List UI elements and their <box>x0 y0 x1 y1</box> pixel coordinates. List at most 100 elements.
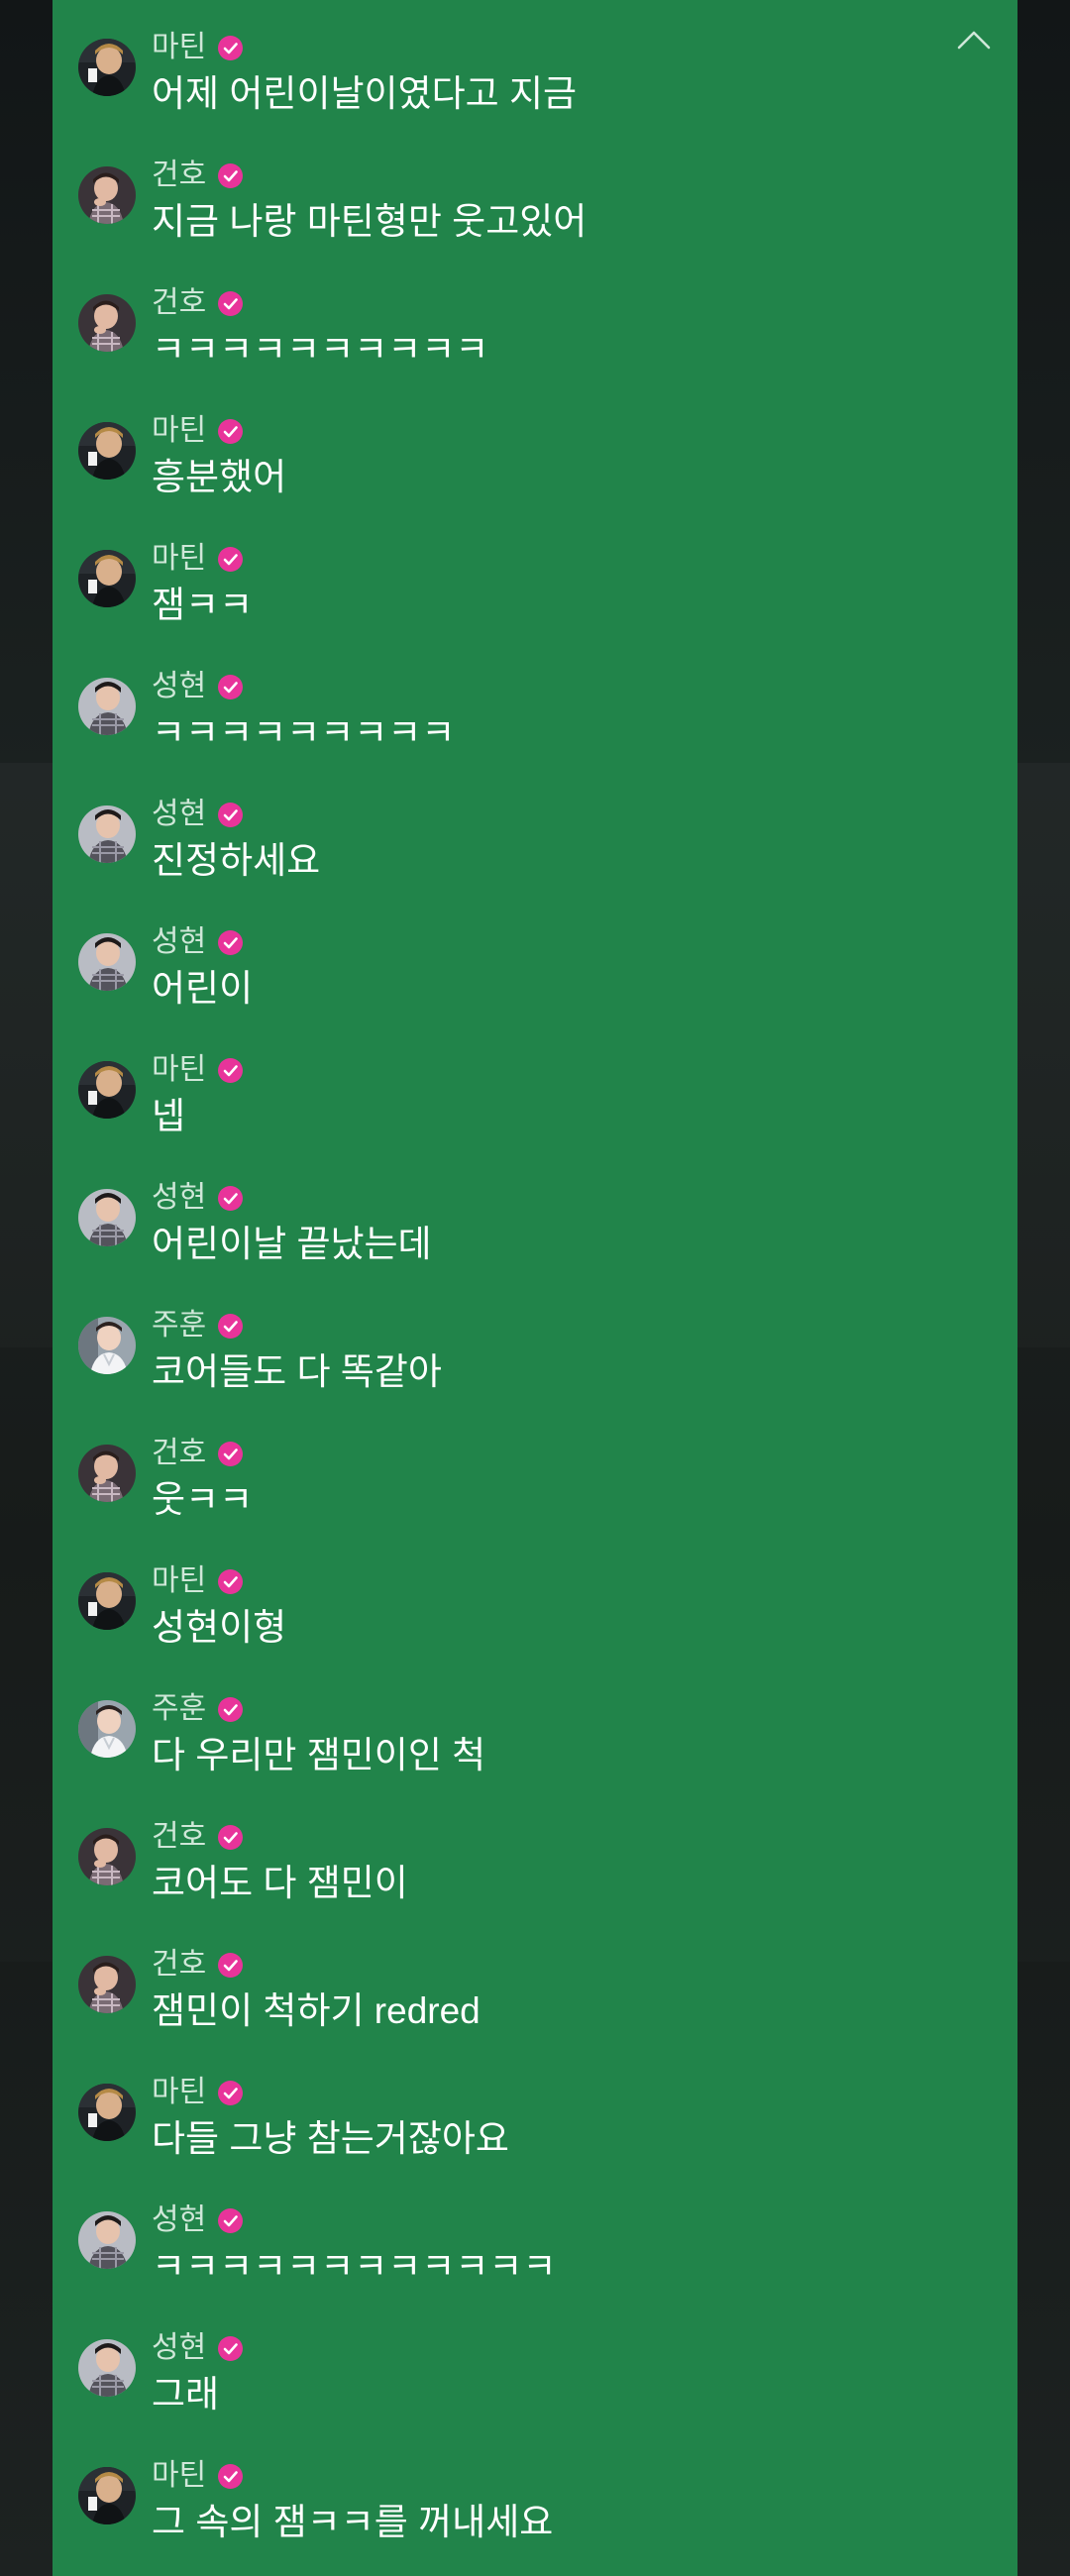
chat-message[interactable]: 성현 그래 <box>53 2330 1017 2460</box>
verified-badge-icon <box>218 1568 244 1594</box>
chat-message[interactable]: 건호 지금 나랑 마틴형만 웃고있어 <box>53 158 1017 287</box>
avatar-martin[interactable] <box>78 2084 136 2141</box>
chat-message[interactable]: 주훈 다 우리만 잼민이인 척 <box>53 1691 1017 1821</box>
verified-badge-icon <box>218 674 244 699</box>
author-row: 주훈 <box>152 1308 244 1343</box>
avatar-sunghyun[interactable] <box>78 678 136 735</box>
author-row: 마틴 <box>152 1563 244 1599</box>
avatar-martin[interactable] <box>78 422 136 480</box>
chat-message[interactable]: 마틴 그 속의 잼ㅋㅋ를 꺼내세요 <box>53 2458 1017 2576</box>
message-text: 그래 <box>152 2374 220 2415</box>
avatar-gunho[interactable] <box>78 166 136 224</box>
verified-badge-icon <box>218 2207 244 2233</box>
author-name[interactable]: 마틴 <box>152 541 206 577</box>
message-text: 그 속의 잼ㅋㅋ를 꺼내세요 <box>152 2502 554 2542</box>
author-name[interactable]: 마틴 <box>152 30 206 65</box>
avatar-martin[interactable] <box>78 1572 136 1630</box>
author-name[interactable]: 건호 <box>152 285 206 321</box>
avatar-juhoon[interactable] <box>78 1317 136 1374</box>
verified-badge-icon <box>218 1185 244 1211</box>
author-name[interactable]: 건호 <box>152 1947 206 1983</box>
author-name[interactable]: 마틴 <box>152 1052 206 1088</box>
author-row: 성현 <box>152 924 244 960</box>
avatar-sunghyun[interactable] <box>78 2339 136 2397</box>
avatar-gunho[interactable] <box>78 1445 136 1502</box>
author-name[interactable]: 성현 <box>152 2202 206 2238</box>
author-name[interactable]: 마틴 <box>152 2458 206 2494</box>
message-text: 어린이날 끝났는데 <box>152 1224 432 1264</box>
verified-badge-icon <box>218 929 244 955</box>
author-name[interactable]: 마틴 <box>152 413 206 449</box>
chat-message[interactable]: 마틴 잼ㅋㅋ <box>53 541 1017 671</box>
avatar-martin[interactable] <box>78 39 136 96</box>
author-name[interactable]: 건호 <box>152 158 206 193</box>
chat-message[interactable]: 건호 잼민이 척하기 redred <box>53 1947 1017 2077</box>
message-text: 지금 나랑 마틴형만 웃고있어 <box>152 201 588 242</box>
chat-panel[interactable]: 마틴 어제 어린이날이였다고 지금 건호 지금 나랑 마틴형만 웃고있어 건호 … <box>53 0 1017 2576</box>
author-name[interactable]: 성현 <box>152 669 206 704</box>
verified-badge-icon <box>218 2335 244 2361</box>
message-text: 다 우리만 잼민이인 척 <box>152 1735 486 1775</box>
avatar-sunghyun[interactable] <box>78 2211 136 2269</box>
author-name[interactable]: 건호 <box>152 1436 206 1471</box>
avatar-sunghyun[interactable] <box>78 933 136 991</box>
author-row: 건호 <box>152 285 244 321</box>
message-text: 성현이형 <box>152 1607 287 1648</box>
author-name[interactable]: 성현 <box>152 1180 206 1216</box>
verified-badge-icon <box>218 2463 244 2489</box>
chat-message[interactable]: 성현 ㅋㅋㅋㅋㅋㅋㅋㅋㅋ <box>53 669 1017 799</box>
message-text: 잼민이 척하기 redred <box>152 1990 481 2031</box>
avatar-martin[interactable] <box>78 550 136 607</box>
message-text: 코어도 다 잼민이 <box>152 1863 408 1903</box>
chat-message[interactable]: 마틴 흥분했어 <box>53 413 1017 543</box>
verified-badge-icon <box>218 1313 244 1339</box>
verified-badge-icon <box>218 35 244 60</box>
author-row: 마틴 <box>152 1052 244 1088</box>
avatar-juhoon[interactable] <box>78 1700 136 1758</box>
verified-badge-icon <box>218 1057 244 1083</box>
chat-message[interactable]: 건호 코어도 다 잼민이 <box>53 1819 1017 1949</box>
message-text: 웃ㅋㅋ <box>152 1479 254 1520</box>
author-name[interactable]: 주훈 <box>152 1308 206 1343</box>
chat-message[interactable]: 건호 ㅋㅋㅋㅋㅋㅋㅋㅋㅋㅋ <box>53 285 1017 415</box>
verified-badge-icon <box>218 1441 244 1466</box>
message-text: ㅋㅋㅋㅋㅋㅋㅋㅋㅋㅋㅋㅋ <box>152 2246 557 2287</box>
chat-message[interactable]: 마틴 어제 어린이날이였다고 지금 <box>53 30 1017 160</box>
chat-message[interactable]: 성현 ㅋㅋㅋㅋㅋㅋㅋㅋㅋㅋㅋㅋ <box>53 2202 1017 2332</box>
avatar-gunho[interactable] <box>78 294 136 352</box>
chat-message[interactable]: 건호 웃ㅋㅋ <box>53 1436 1017 1565</box>
avatar-martin[interactable] <box>78 2467 136 2524</box>
chat-message[interactable]: 마틴 성현이형 <box>53 1563 1017 1693</box>
chat-message[interactable]: 성현 어린이날 끝났는데 <box>53 1180 1017 1310</box>
author-row: 성현 <box>152 797 244 832</box>
author-name[interactable]: 성현 <box>152 797 206 832</box>
author-name[interactable]: 마틴 <box>152 2075 206 2110</box>
chat-message[interactable]: 성현 어린이 <box>53 924 1017 1054</box>
message-text: ㅋㅋㅋㅋㅋㅋㅋㅋㅋㅋ <box>152 329 489 370</box>
author-name[interactable]: 성현 <box>152 924 206 960</box>
avatar-sunghyun[interactable] <box>78 1189 136 1246</box>
verified-badge-icon <box>218 1696 244 1722</box>
avatar-martin[interactable] <box>78 1061 136 1119</box>
author-name[interactable]: 성현 <box>152 2330 206 2366</box>
author-row: 건호 <box>152 1947 244 1983</box>
chat-message[interactable]: 성현 진정하세요 <box>53 797 1017 926</box>
chat-message[interactable]: 마틴 다들 그냥 참는거잖아요 <box>53 2075 1017 2204</box>
avatar-gunho[interactable] <box>78 1828 136 1885</box>
message-text: 잼ㅋㅋ <box>152 585 254 625</box>
author-name[interactable]: 마틴 <box>152 1563 206 1599</box>
message-text: 진정하세요 <box>152 840 321 881</box>
chat-message[interactable]: 마틴 넵 <box>53 1052 1017 1182</box>
message-text: 넵 <box>152 1096 186 1136</box>
author-name[interactable]: 주훈 <box>152 1691 206 1727</box>
verified-badge-icon <box>218 418 244 444</box>
message-text: 다들 그냥 참는거잖아요 <box>152 2118 509 2159</box>
message-list[interactable]: 마틴 어제 어린이날이였다고 지금 건호 지금 나랑 마틴형만 웃고있어 건호 … <box>53 30 1017 2576</box>
author-row: 마틴 <box>152 413 244 449</box>
avatar-gunho[interactable] <box>78 1956 136 2013</box>
author-row: 건호 <box>152 1819 244 1855</box>
chat-message[interactable]: 주훈 코어들도 다 똑같아 <box>53 1308 1017 1438</box>
author-name[interactable]: 건호 <box>152 1819 206 1855</box>
author-row: 마틴 <box>152 2075 244 2110</box>
avatar-sunghyun[interactable] <box>78 805 136 863</box>
